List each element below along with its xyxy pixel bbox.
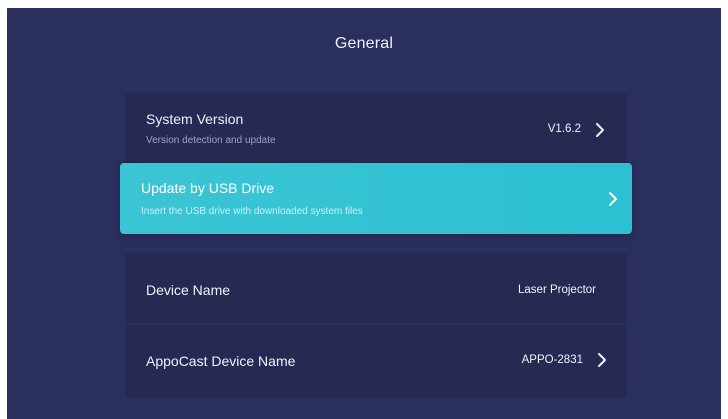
- system-version-subtitle: Version detection and update: [146, 135, 276, 146]
- chevron-right-icon: [606, 190, 620, 208]
- device-name-value: Laser Projector: [518, 284, 596, 296]
- device-name-title: Device Name: [146, 282, 231, 298]
- page-title: General: [334, 35, 394, 52]
- appocast-name-title: AppoCast Device Name: [146, 353, 296, 369]
- system-version-card: System Version Version detection and upd…: [125, 93, 627, 168]
- usb-update-title: Update by USB Drive: [141, 180, 275, 196]
- appocast-name-row[interactable]: AppoCast Device Name APPO-2831: [125, 325, 627, 398]
- appocast-name-value: APPO-2831: [521, 354, 583, 366]
- device-name-card: Device Name Laser Projector AppoCast Dev…: [125, 253, 627, 398]
- usb-update-row[interactable]: Update by USB Drive Insert the USB drive…: [120, 163, 632, 234]
- device-name-row[interactable]: Device Name Laser Projector: [125, 253, 627, 324]
- settings-screen: General System Version Version detection…: [7, 8, 721, 419]
- system-version-value: V1.6.2: [547, 123, 581, 135]
- system-version-title: System Version: [146, 111, 244, 127]
- usb-update-subtitle: Insert the USB drive with downloaded sys…: [141, 206, 363, 217]
- system-version-row[interactable]: System Version Version detection and upd…: [125, 93, 627, 168]
- chevron-right-icon: [593, 121, 607, 139]
- chevron-right-icon: [595, 351, 609, 369]
